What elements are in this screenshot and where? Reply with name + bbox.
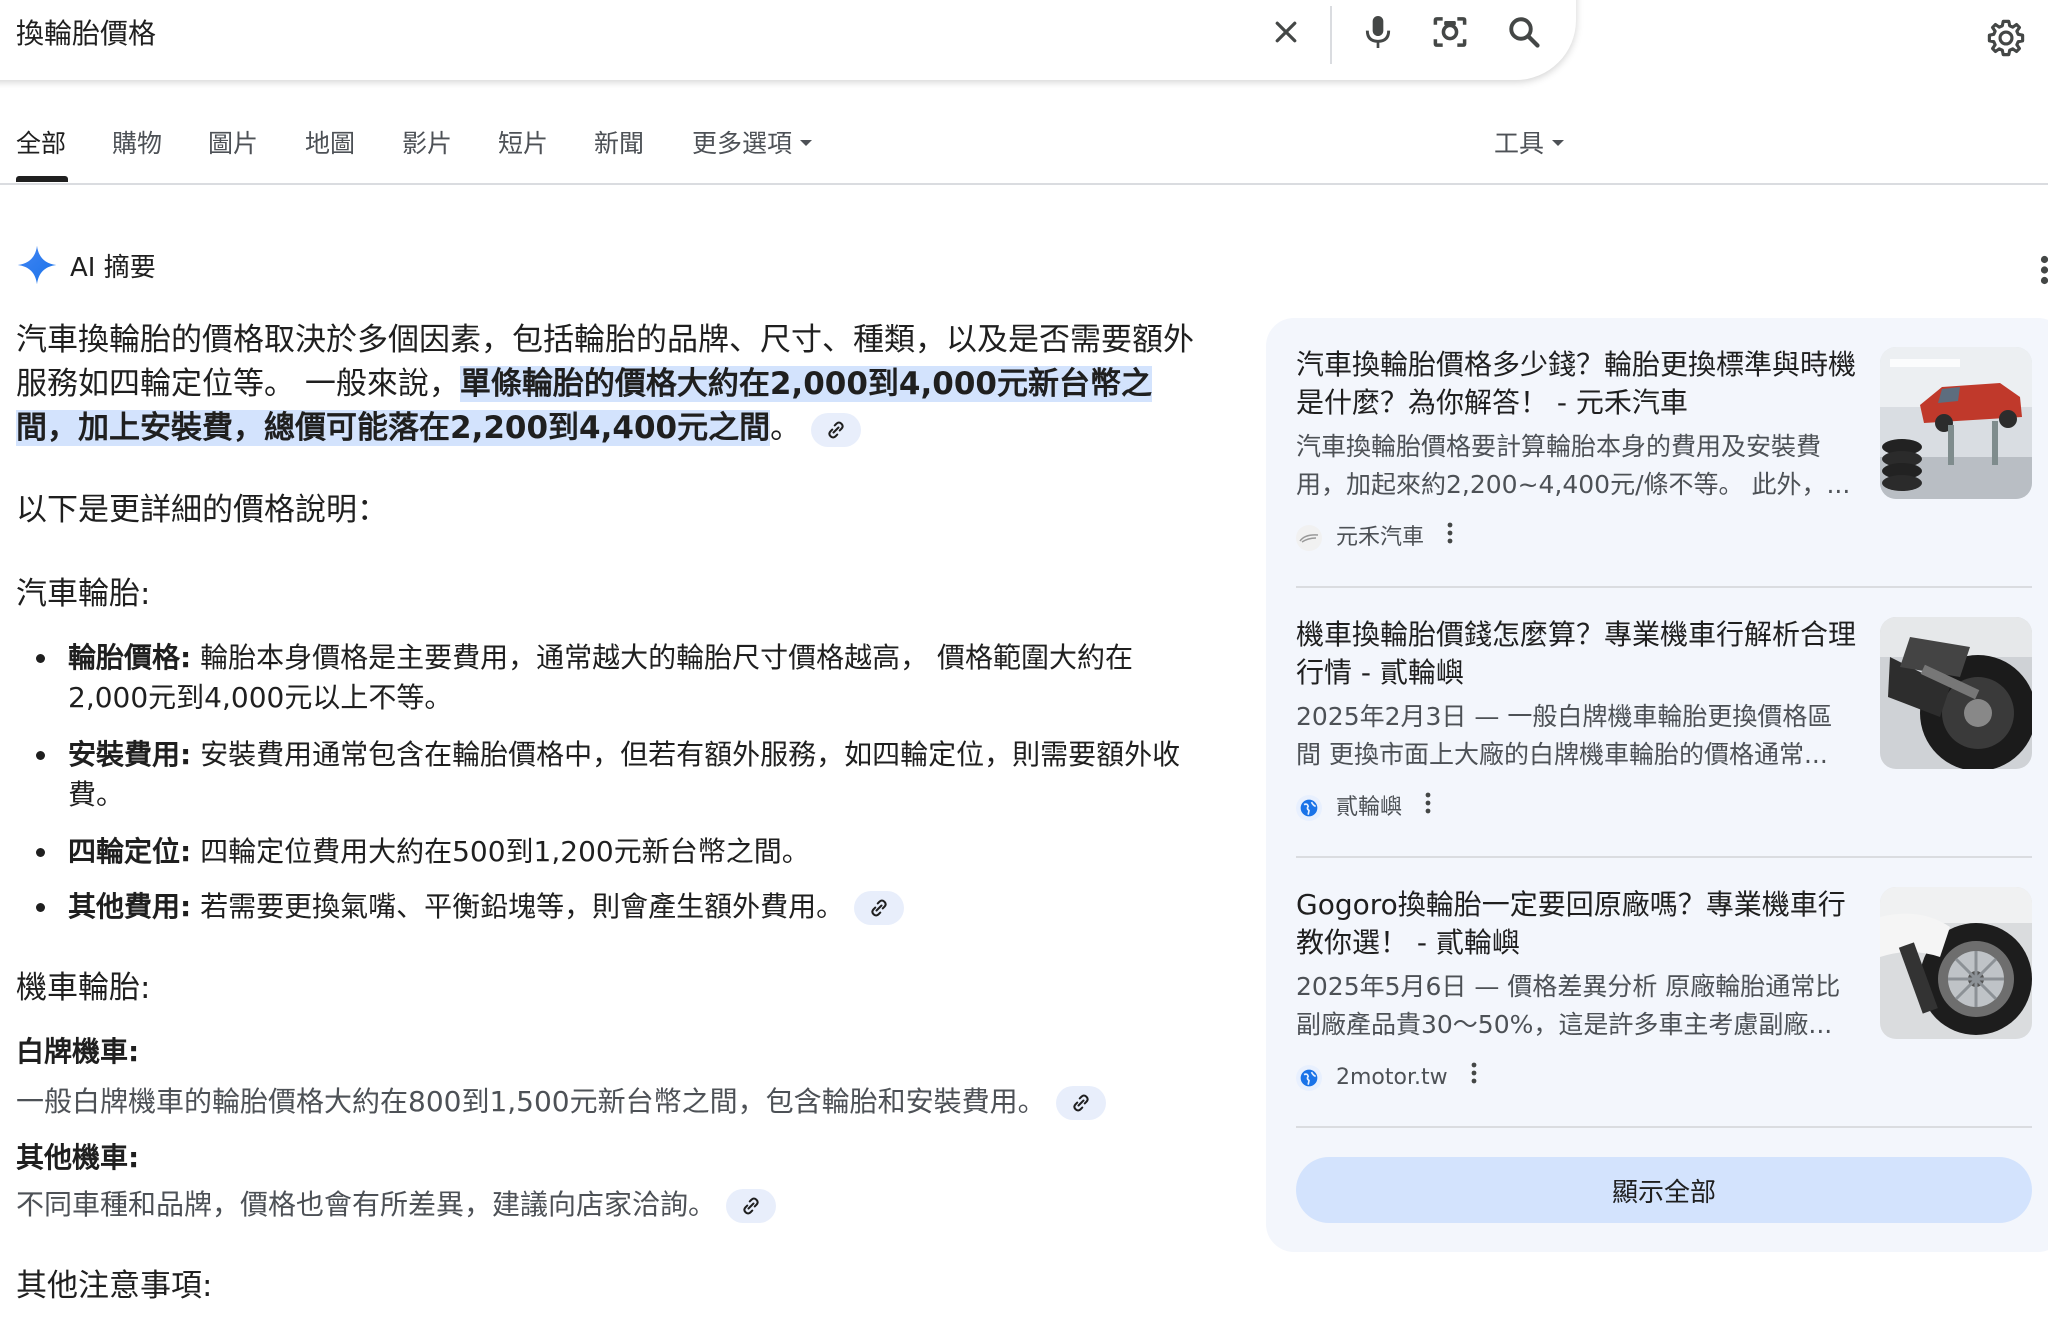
more-vert-icon[interactable] xyxy=(1446,521,1454,554)
source-card-title[interactable]: Gogoro換輪胎一定要回原廠嗎？專業機車行教你選！ - 貳輪嶼 xyxy=(1296,886,1856,962)
citation-link-icon[interactable] xyxy=(811,412,862,447)
source-thumbnail-car-lift[interactable] xyxy=(1880,347,2032,499)
tab-news[interactable]: 新聞 xyxy=(594,126,644,162)
source-card-snippet: 2025年5月6日 — 價格差異分析 原廠輪胎通常比副廠產品貴30～50%，這是… xyxy=(1296,972,1841,1039)
tools-button[interactable]: 工具 xyxy=(1494,126,1565,162)
bullet xyxy=(36,654,45,663)
search-box[interactable] xyxy=(0,0,1576,80)
car-tires-heading: 汽車輪胎: xyxy=(16,576,151,612)
source-card-title[interactable]: 機車換輪胎價錢怎麼算？專業機車行解析合理行情 - 貳輪嶼 xyxy=(1296,616,1856,692)
chevron-down-icon xyxy=(1552,140,1565,146)
bullet-label: 四輪定位: xyxy=(68,835,192,868)
site-favicon-icon xyxy=(1296,524,1322,551)
globe-icon xyxy=(1296,1064,1322,1091)
active-tab-indicator xyxy=(16,176,68,182)
bullet-text: 安裝費用通常包含在輪胎價格中，但若有額外服務，如四輪定位，則需要額外收費。 xyxy=(68,738,1181,811)
tab-all[interactable]: 全部 xyxy=(16,126,66,162)
tools-label: 工具 xyxy=(1494,129,1545,158)
source-thumbnail-motorcycle-wheel[interactable] xyxy=(1880,617,2032,769)
intro-end: 。 xyxy=(770,410,802,446)
citation-link-icon[interactable] xyxy=(854,891,905,925)
white-plate-heading: 白牌機車: xyxy=(16,1035,140,1068)
globe-icon xyxy=(1296,794,1322,821)
lens-camera-icon[interactable] xyxy=(1424,6,1476,58)
source-site-name: 貳輪嶼 xyxy=(1336,794,1403,820)
source-thumbnail-scooter-wheel[interactable] xyxy=(1880,887,2032,1039)
motorcycle-tires-heading: 機車輪胎: xyxy=(16,970,151,1006)
show-all-button[interactable]: 顯示全部 xyxy=(1296,1157,2032,1223)
tab-more-label: 更多選項 xyxy=(692,129,793,158)
ai-overview-title: AI 摘要 xyxy=(70,253,156,283)
citation-link-icon[interactable] xyxy=(726,1189,777,1223)
tab-shopping[interactable]: 購物 xyxy=(112,126,162,162)
ai-sparkle-icon xyxy=(16,244,58,286)
details-heading: 以下是更詳細的價格說明： xyxy=(16,492,388,528)
ai-overview-intro: 汽車換輪胎的價格取決於多個因素，包括輪胎的品牌、尺寸、種類，以及是否需要額外服務… xyxy=(16,318,1202,450)
card-divider xyxy=(1296,586,2032,588)
settings-gear-icon[interactable] xyxy=(1974,6,2038,70)
more-vert-icon[interactable] xyxy=(1424,791,1432,824)
tab-more-options[interactable]: 更多選項 xyxy=(692,126,813,162)
source-card-title[interactable]: 汽車換輪胎價格多少錢？輪胎更換標準與時機是什麼？為你解答！ - 元禾汽車 xyxy=(1296,346,1856,422)
white-plate-text: 一般白牌機車的輪胎價格大約在800到1,500元新台幣之間，包含輪胎和安裝費用。 xyxy=(16,1082,1106,1122)
source-card-snippet: 汽車換輪胎價格要計算輪胎本身的費用及安裝費用，加起來約2,200~4,400元/… xyxy=(1296,432,1851,499)
chevron-down-icon xyxy=(800,140,813,146)
source-card-site: 貳輪嶼 xyxy=(1296,791,1432,824)
citation-link-icon[interactable] xyxy=(1055,1086,1106,1120)
bullet-text: 若需要更換氣嘴、平衡鉛塊等，則會產生額外費用。 xyxy=(191,890,845,923)
search-icon[interactable] xyxy=(1498,6,1550,58)
tab-videos[interactable]: 影片 xyxy=(402,126,452,162)
source-card-snippet: 2025年2月3日 — 一般白牌機車輪胎更換價格區間 更換市面上大廠的白牌機車輪… xyxy=(1296,702,1833,769)
search-divider xyxy=(1330,6,1332,64)
bullet-text: 輪胎本身價格是主要費用，通常越大的輪胎尺寸價格越高， 價格範圍大約在2,000元… xyxy=(68,641,1134,714)
more-vert-icon[interactable] xyxy=(1470,1061,1478,1094)
tab-maps[interactable]: 地圖 xyxy=(305,126,355,162)
card-divider xyxy=(1296,856,2032,858)
close-icon[interactable] xyxy=(1260,6,1312,58)
other-notes-heading: 其他注意事項: xyxy=(16,1268,213,1304)
bullet xyxy=(36,848,45,857)
white-plate-text-content: 一般白牌機車的輪胎價格大約在800到1,500元新台幣之間，包含輪胎和安裝費用。 xyxy=(16,1085,1046,1118)
bullet-text: 四輪定位費用大約在500到1,200元新台幣之間。 xyxy=(191,835,810,868)
tab-short-videos[interactable]: 短片 xyxy=(498,126,548,162)
search-query-text[interactable]: 換輪胎價格 xyxy=(16,14,156,54)
other-moto-heading: 其他機車: xyxy=(16,1141,140,1174)
bullet-label: 安裝費用: xyxy=(68,738,192,771)
microphone-icon[interactable] xyxy=(1352,6,1404,58)
source-card-site: 2motor.tw xyxy=(1296,1061,1478,1094)
source-site-name: 元禾汽車 xyxy=(1336,524,1425,550)
other-moto-text-content: 不同車種和品牌，價格也會有所差異，建議向店家洽詢。 xyxy=(16,1188,717,1221)
bullet-label: 其他費用: xyxy=(68,890,192,923)
other-moto-text: 不同車種和品牌，價格也會有所差異，建議向店家洽詢。 xyxy=(16,1185,777,1225)
car-item-other-fees: 其他費用: 若需要更換氣嘴、平衡鉛塊等，則會產生額外費用。 xyxy=(68,887,1198,927)
car-item-tire-price: 輪胎價格: 輪胎本身價格是主要費用，通常越大的輪胎尺寸價格越高， 價格範圍大約在… xyxy=(68,638,1198,718)
bullet xyxy=(36,751,45,760)
bullet-label: 輪胎價格: xyxy=(68,641,192,674)
car-item-alignment: 四輪定位: 四輪定位費用大約在500到1,200元新台幣之間。 xyxy=(68,832,1198,872)
more-options-icon[interactable] xyxy=(2032,252,2048,288)
tab-images[interactable]: 圖片 xyxy=(208,126,258,162)
source-site-name: 2motor.tw xyxy=(1336,1064,1448,1090)
car-item-install-fee: 安裝費用: 安裝費用通常包含在輪胎價格中，但若有額外服務，如四輪定位，則需要額外… xyxy=(68,735,1198,815)
source-card-site: 元禾汽車 xyxy=(1296,521,1454,554)
bullet xyxy=(36,903,45,912)
tabs-divider xyxy=(0,183,2048,185)
card-divider xyxy=(1296,1126,2032,1128)
